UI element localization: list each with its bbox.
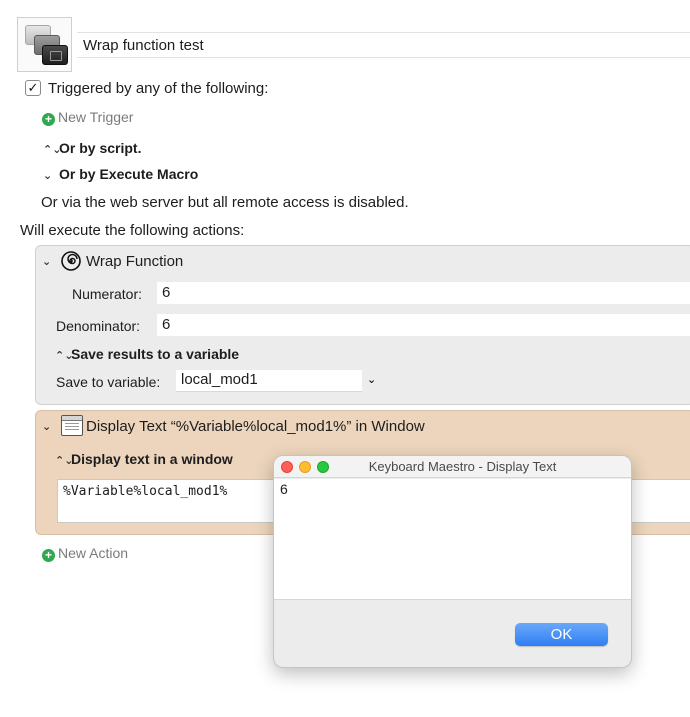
web-server-note: Or via the web server but all remote acc… bbox=[41, 194, 409, 211]
denominator-label: Denominator: bbox=[56, 318, 141, 334]
actions-header: Will execute the following actions: bbox=[20, 222, 245, 239]
denominator-field[interactable]: 6 bbox=[157, 314, 690, 336]
numerator-label: Numerator: bbox=[72, 286, 143, 302]
or-by-execute-macro-toggle[interactable]: ⌄ Or by Execute Macro bbox=[43, 166, 198, 182]
display-text-title: Display Text “%Variable%local_mod1%” in … bbox=[86, 418, 425, 435]
chevron-down-icon[interactable]: ⌄ bbox=[367, 373, 376, 386]
dialog-title: Keyboard Maestro - Display Text bbox=[368, 459, 557, 474]
save-to-variable-field[interactable]: local_mod1 bbox=[176, 370, 362, 392]
chevron-down-icon[interactable]: ⌄ bbox=[42, 255, 51, 268]
add-icon: + bbox=[42, 113, 55, 126]
macro-title-field[interactable]: Wrap function test bbox=[77, 32, 690, 58]
or-by-execute-macro-label: Or by Execute Macro bbox=[59, 166, 199, 182]
triggered-checkbox[interactable]: ✓ bbox=[25, 80, 41, 96]
chevron-down-icon[interactable]: ⌄ bbox=[42, 420, 51, 433]
or-by-script-toggle[interactable]: ⌃⌄Or by script. bbox=[43, 140, 141, 156]
dialog-content[interactable]: 6 bbox=[274, 479, 631, 600]
add-icon: + bbox=[42, 549, 55, 562]
macro-icon[interactable] bbox=[17, 17, 72, 72]
or-by-script-label: Or by script. bbox=[59, 140, 142, 156]
up-down-chevron-icon: ⌃⌄ bbox=[55, 350, 74, 362]
numerator-field[interactable]: 6 bbox=[157, 282, 690, 304]
display-text-dialog: Keyboard Maestro - Display Text 6 OK bbox=[273, 455, 632, 668]
key-icon bbox=[42, 45, 68, 65]
chevron-down-icon: ⌄ bbox=[43, 170, 53, 182]
up-down-chevron-icon: ⌃⌄ bbox=[43, 144, 62, 156]
wrap-function-title: Wrap Function bbox=[86, 253, 184, 270]
display-mode-toggle[interactable]: ⌃⌄Display text in a window bbox=[55, 451, 233, 467]
display-mode-label: Display text in a window bbox=[71, 451, 233, 467]
dialog-titlebar[interactable]: Keyboard Maestro - Display Text bbox=[274, 456, 631, 478]
save-results-label: Save results to a variable bbox=[71, 346, 240, 362]
ok-button[interactable]: OK bbox=[515, 623, 608, 646]
window-icon bbox=[61, 415, 83, 436]
new-action-button[interactable]: + New Action bbox=[42, 545, 128, 562]
spiral-icon bbox=[61, 251, 81, 271]
save-to-variable-label: Save to variable: bbox=[56, 374, 161, 390]
triggered-label: Triggered by any of the following: bbox=[48, 80, 269, 97]
up-down-chevron-icon: ⌃⌄ bbox=[55, 455, 74, 467]
new-action-label: New Action bbox=[58, 545, 129, 561]
new-trigger-label: New Trigger bbox=[58, 109, 134, 125]
save-results-toggle[interactable]: ⌃⌄Save results to a variable bbox=[55, 346, 239, 362]
wrap-function-action[interactable]: ⌄ Wrap Function Numerator: 6 Denominator… bbox=[35, 245, 690, 405]
new-trigger-button[interactable]: + New Trigger bbox=[42, 109, 133, 126]
